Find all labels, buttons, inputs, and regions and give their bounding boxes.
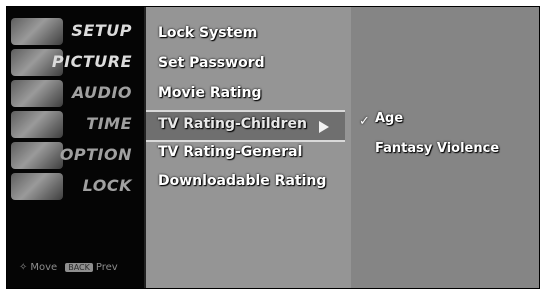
prev-label: Prev <box>95 262 118 273</box>
tv-menu-screen: SETUP PICTURE AUDIO TIME OPTION LOCK ✧ Mo… <box>6 6 540 289</box>
submenu-item-fantasy-violence[interactable]: Fantasy Violence <box>375 141 499 156</box>
nav-item-picture[interactable]: PICTURE <box>7 46 144 80</box>
nav-item-setup[interactable]: SETUP <box>7 15 144 49</box>
nav-item-audio[interactable]: AUDIO <box>7 77 144 111</box>
nav-label: LOCK <box>82 176 132 195</box>
help-bar: ✧ Move BACK Prev <box>19 262 118 273</box>
category-nav: SETUP PICTURE AUDIO TIME OPTION LOCK ✧ Mo… <box>7 7 144 288</box>
audio-icon <box>11 80 63 107</box>
check-icon: ✓ <box>359 114 370 129</box>
move-label: Move <box>30 262 58 273</box>
nav-label: OPTION <box>59 145 132 164</box>
nav-label: PICTURE <box>51 52 132 71</box>
nav-label: TIME <box>86 114 132 133</box>
menu-item-tv-rating-general[interactable]: TV Rating-General <box>158 144 302 160</box>
arrow-right-icon <box>319 121 329 133</box>
back-key-icon: BACK <box>65 263 93 272</box>
menu-item-set-password[interactable]: Set Password <box>158 55 265 71</box>
menu-item-lock-system[interactable]: Lock System <box>158 25 257 41</box>
submenu-item-age[interactable]: Age <box>375 111 403 126</box>
menu-item-movie-rating[interactable]: Movie Rating <box>158 85 262 101</box>
option-icon <box>11 142 63 169</box>
menu-item-tv-rating-children[interactable]: TV Rating-Children <box>146 110 345 142</box>
menu-item-label: TV Rating-Children <box>158 116 308 132</box>
nav-label: SETUP <box>71 21 132 40</box>
lock-menu-panel: Lock System Set Password Movie Rating TV… <box>144 7 351 288</box>
move-icon: ✧ <box>19 262 28 273</box>
nav-label: AUDIO <box>72 83 132 102</box>
time-icon <box>11 111 63 138</box>
lock-icon <box>11 173 63 200</box>
submenu-panel: ✓ Age Fantasy Violence <box>351 7 539 288</box>
nav-item-lock[interactable]: LOCK <box>7 170 144 204</box>
menu-item-downloadable-rating[interactable]: Downloadable Rating <box>158 173 326 189</box>
setup-icon <box>11 18 63 45</box>
nav-item-option[interactable]: OPTION <box>7 139 144 173</box>
nav-item-time[interactable]: TIME <box>7 108 144 142</box>
